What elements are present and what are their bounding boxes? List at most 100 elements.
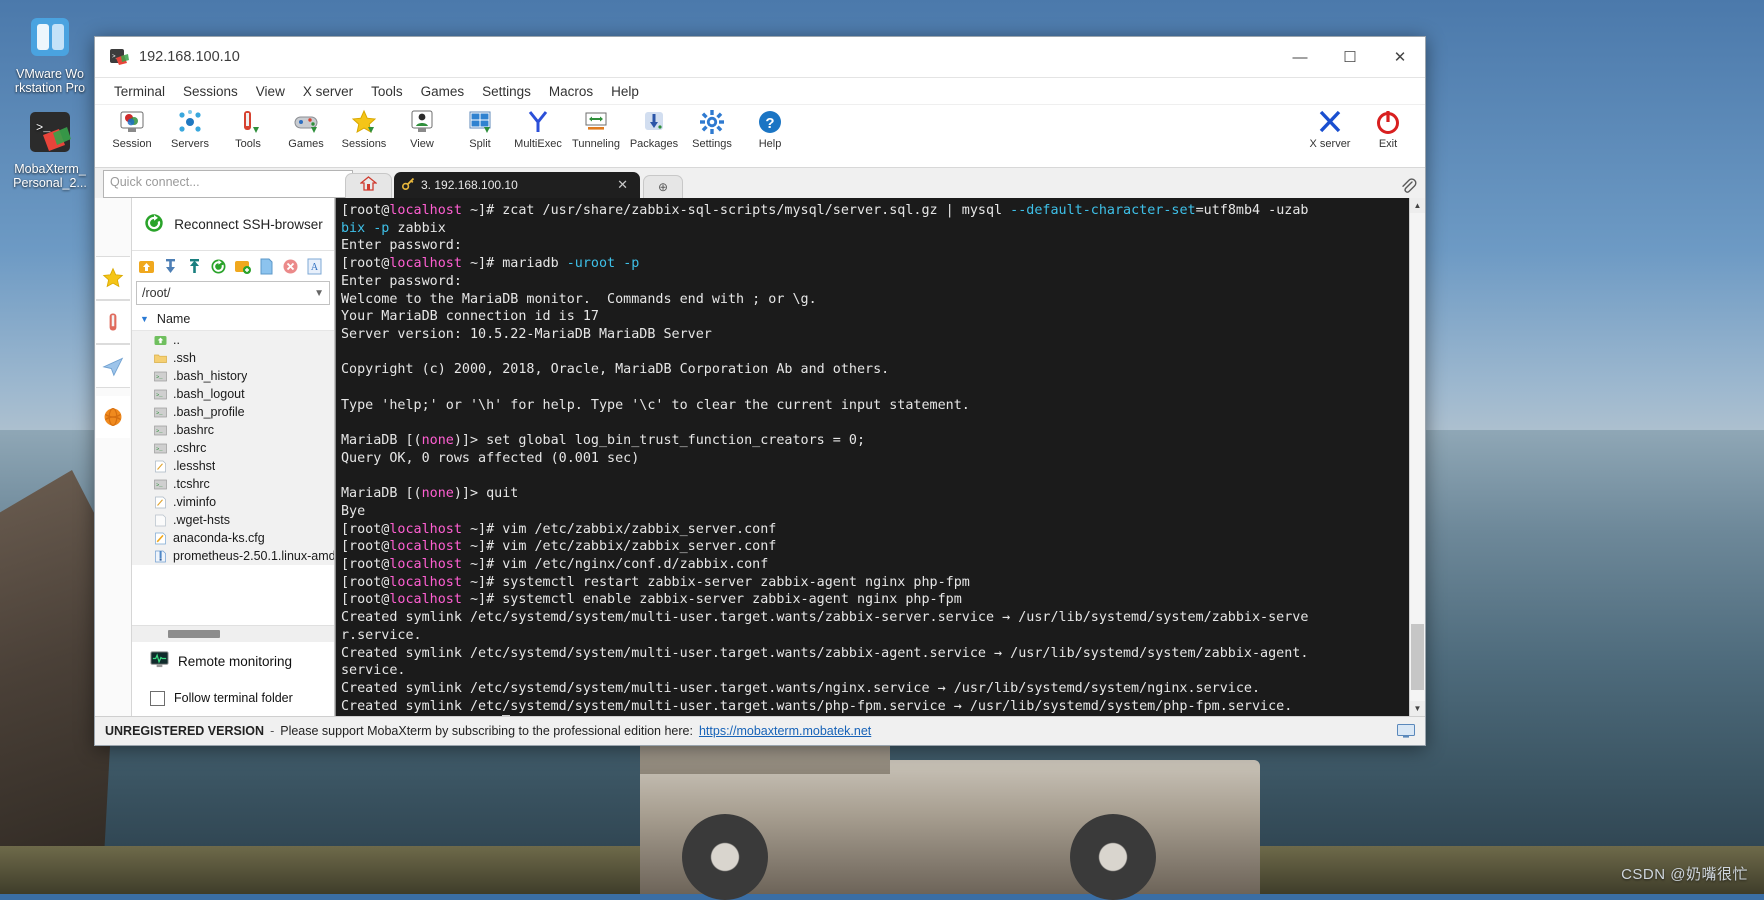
mobaxterm-window: >_ 192.168.100.10 — ☐ ✕ Terminal Session… bbox=[94, 36, 1426, 746]
toolbar-games-button[interactable]: Games bbox=[277, 106, 335, 167]
toolbar-tools-button[interactable]: Tools bbox=[219, 106, 277, 167]
list-item[interactable]: prometheus-2.50.1.linux-amd64 bbox=[132, 547, 334, 565]
terminal-line: r.service. bbox=[341, 627, 422, 643]
new-folder-icon[interactable] bbox=[234, 258, 251, 275]
toolbar-multiexec-button[interactable]: MultiExec bbox=[509, 106, 567, 167]
svg-text:>_: >_ bbox=[156, 409, 163, 416]
rail-tools-button[interactable] bbox=[96, 300, 130, 344]
menu-games[interactable]: Games bbox=[412, 82, 474, 101]
menu-terminal[interactable]: Terminal bbox=[105, 82, 174, 101]
file-name: .bash_profile bbox=[173, 405, 245, 419]
toolbar-view-button[interactable]: View bbox=[393, 106, 451, 167]
terminal-scrollbar[interactable]: ▲ ▼ bbox=[1409, 198, 1425, 716]
download-icon[interactable] bbox=[162, 258, 179, 275]
scrollbar-thumb[interactable] bbox=[1411, 624, 1424, 690]
toolbar-exit-button[interactable]: Exit bbox=[1359, 106, 1417, 167]
list-item[interactable]: >_ .bash_logout bbox=[132, 385, 334, 403]
list-item[interactable]: .lesshst bbox=[132, 457, 334, 475]
sort-arrow-icon[interactable]: ▼ bbox=[140, 314, 149, 324]
toolbar-session-button[interactable]: Session bbox=[103, 106, 161, 167]
toolbar-servers-button[interactable]: Servers bbox=[161, 106, 219, 167]
toolbar-settings-button[interactable]: Settings bbox=[683, 106, 741, 167]
menu-settings[interactable]: Settings bbox=[473, 82, 540, 101]
list-item[interactable]: .. bbox=[132, 331, 334, 349]
scrollbar-thumb[interactable] bbox=[168, 630, 220, 638]
new-file-icon[interactable] bbox=[258, 258, 275, 275]
desktop-icon-vmware[interactable]: VMware Wo rkstation Pro bbox=[4, 10, 96, 95]
quick-connect-input[interactable]: Quick connect... bbox=[103, 170, 353, 198]
reconnect-ssh-browser-button[interactable]: Reconnect SSH-browser bbox=[132, 198, 334, 250]
menu-sessions[interactable]: Sessions bbox=[174, 82, 247, 101]
scroll-down-arrow[interactable]: ▼ bbox=[1410, 701, 1425, 716]
tab-active-session[interactable]: 3. 192.168.100.10 ✕ bbox=[394, 172, 640, 198]
desktop-icon-mobaxterm[interactable]: >_ MobaXterm_ Personal_2... bbox=[4, 105, 96, 190]
exit-power-icon bbox=[1375, 109, 1401, 135]
list-item[interactable]: .ssh bbox=[132, 349, 334, 367]
delete-icon[interactable] bbox=[282, 258, 299, 275]
sftp-path-value: /root/ bbox=[142, 286, 171, 300]
rail-favorites-button[interactable] bbox=[96, 256, 130, 300]
menu-tools[interactable]: Tools bbox=[362, 82, 412, 101]
refresh-list-icon[interactable] bbox=[210, 258, 227, 275]
toolbar-tunneling-button[interactable]: Tunneling bbox=[567, 106, 625, 167]
file-list-horizontal-scrollbar[interactable] bbox=[132, 625, 334, 642]
watermark: CSDN @奶嘴很忙 bbox=[1621, 866, 1748, 883]
toolbar-packages-button[interactable]: Packages bbox=[625, 106, 683, 167]
sftp-path-input[interactable]: /root/ ▼ bbox=[136, 281, 330, 305]
follow-terminal-folder-checkbox[interactable] bbox=[150, 690, 165, 706]
toolbar-split-button[interactable]: Split bbox=[451, 106, 509, 167]
terminal-line: [root@localhost ~]# mariadb -uroot -p bbox=[341, 256, 640, 272]
file-list[interactable]: .. .ssh >_ .bash_history >_ .bash_logout >… bbox=[132, 331, 334, 625]
list-item[interactable]: .wget-hsts bbox=[132, 511, 334, 529]
mobaxterm-link[interactable]: https://mobaxterm.mobatek.net bbox=[699, 724, 871, 738]
status-bar: UNREGISTERED VERSION - Please support Mo… bbox=[95, 716, 1425, 745]
archive-file-icon bbox=[154, 550, 167, 563]
menu-macros[interactable]: Macros bbox=[540, 82, 602, 101]
games-icon bbox=[293, 109, 319, 135]
terminal-output[interactable]: [root@localhost ~]# zcat /usr/share/zabb… bbox=[336, 198, 1409, 716]
text-mode-icon[interactable]: A bbox=[306, 258, 323, 275]
maximize-button[interactable]: ☐ bbox=[1325, 37, 1375, 77]
rail-send-button[interactable] bbox=[96, 344, 130, 388]
list-item[interactable]: anaconda-ks.cfg bbox=[132, 529, 334, 547]
terminal-line: [root@localhost ~]# vim /etc/zabbix/zabb… bbox=[341, 539, 777, 555]
list-item[interactable]: >_ .bash_profile bbox=[132, 403, 334, 421]
paperclip-icon[interactable] bbox=[1399, 177, 1417, 195]
script-file-icon: >_ bbox=[154, 370, 167, 383]
toolbar-sessions-button[interactable]: Sessions bbox=[335, 106, 393, 167]
list-item[interactable]: >_ .bashrc bbox=[132, 421, 334, 439]
tab-add-button[interactable]: ⊕ bbox=[643, 175, 683, 198]
list-item[interactable]: >_ .bash_history bbox=[132, 367, 334, 385]
list-item[interactable]: >_ .tcshrc bbox=[132, 475, 334, 493]
menu-help[interactable]: Help bbox=[602, 82, 648, 101]
svg-text:>_: >_ bbox=[156, 445, 163, 452]
list-item[interactable]: .viminfo bbox=[132, 493, 334, 511]
menu-x-server[interactable]: X server bbox=[294, 82, 362, 101]
menu-view[interactable]: View bbox=[247, 82, 294, 101]
follow-terminal-folder-row[interactable]: Follow terminal folder bbox=[132, 680, 334, 716]
toolbar-help-button[interactable]: ? Help bbox=[741, 106, 799, 167]
toolbar-label: Tools bbox=[235, 137, 261, 150]
parent-folder-icon[interactable] bbox=[138, 258, 155, 275]
desktop-truck bbox=[640, 714, 1260, 900]
tab-close-icon[interactable]: ✕ bbox=[613, 177, 632, 193]
display-icon[interactable] bbox=[1397, 724, 1415, 738]
minimize-button[interactable]: — bbox=[1275, 37, 1325, 77]
upload-icon[interactable] bbox=[186, 258, 203, 275]
terminal-line: Query OK, 0 rows affected (0.001 sec) bbox=[341, 450, 640, 466]
multiexec-icon bbox=[525, 109, 551, 135]
scroll-up-arrow[interactable]: ▲ bbox=[1410, 198, 1425, 213]
close-button[interactable]: ✕ bbox=[1375, 37, 1425, 77]
terminal-line: Created symlink /etc/systemd/system/mult… bbox=[341, 610, 1309, 626]
toolbar-label: Tunneling bbox=[572, 137, 620, 150]
list-item[interactable]: >_ .cshrc bbox=[132, 439, 334, 457]
key-icon bbox=[401, 177, 415, 193]
terminal-line: MariaDB [(none)]> set global log_bin_tru… bbox=[341, 433, 866, 449]
tab-label: 3. 192.168.100.10 bbox=[421, 178, 518, 192]
menu-bar: Terminal Sessions View X server Tools Ga… bbox=[95, 78, 1425, 105]
tab-home[interactable] bbox=[345, 173, 392, 198]
remote-monitoring-button[interactable]: Remote monitoring bbox=[132, 642, 334, 680]
toolbar-xserver-button[interactable]: X server bbox=[1301, 106, 1359, 167]
chevron-down-icon[interactable]: ▼ bbox=[314, 288, 324, 299]
rail-globe-button[interactable] bbox=[96, 396, 130, 438]
